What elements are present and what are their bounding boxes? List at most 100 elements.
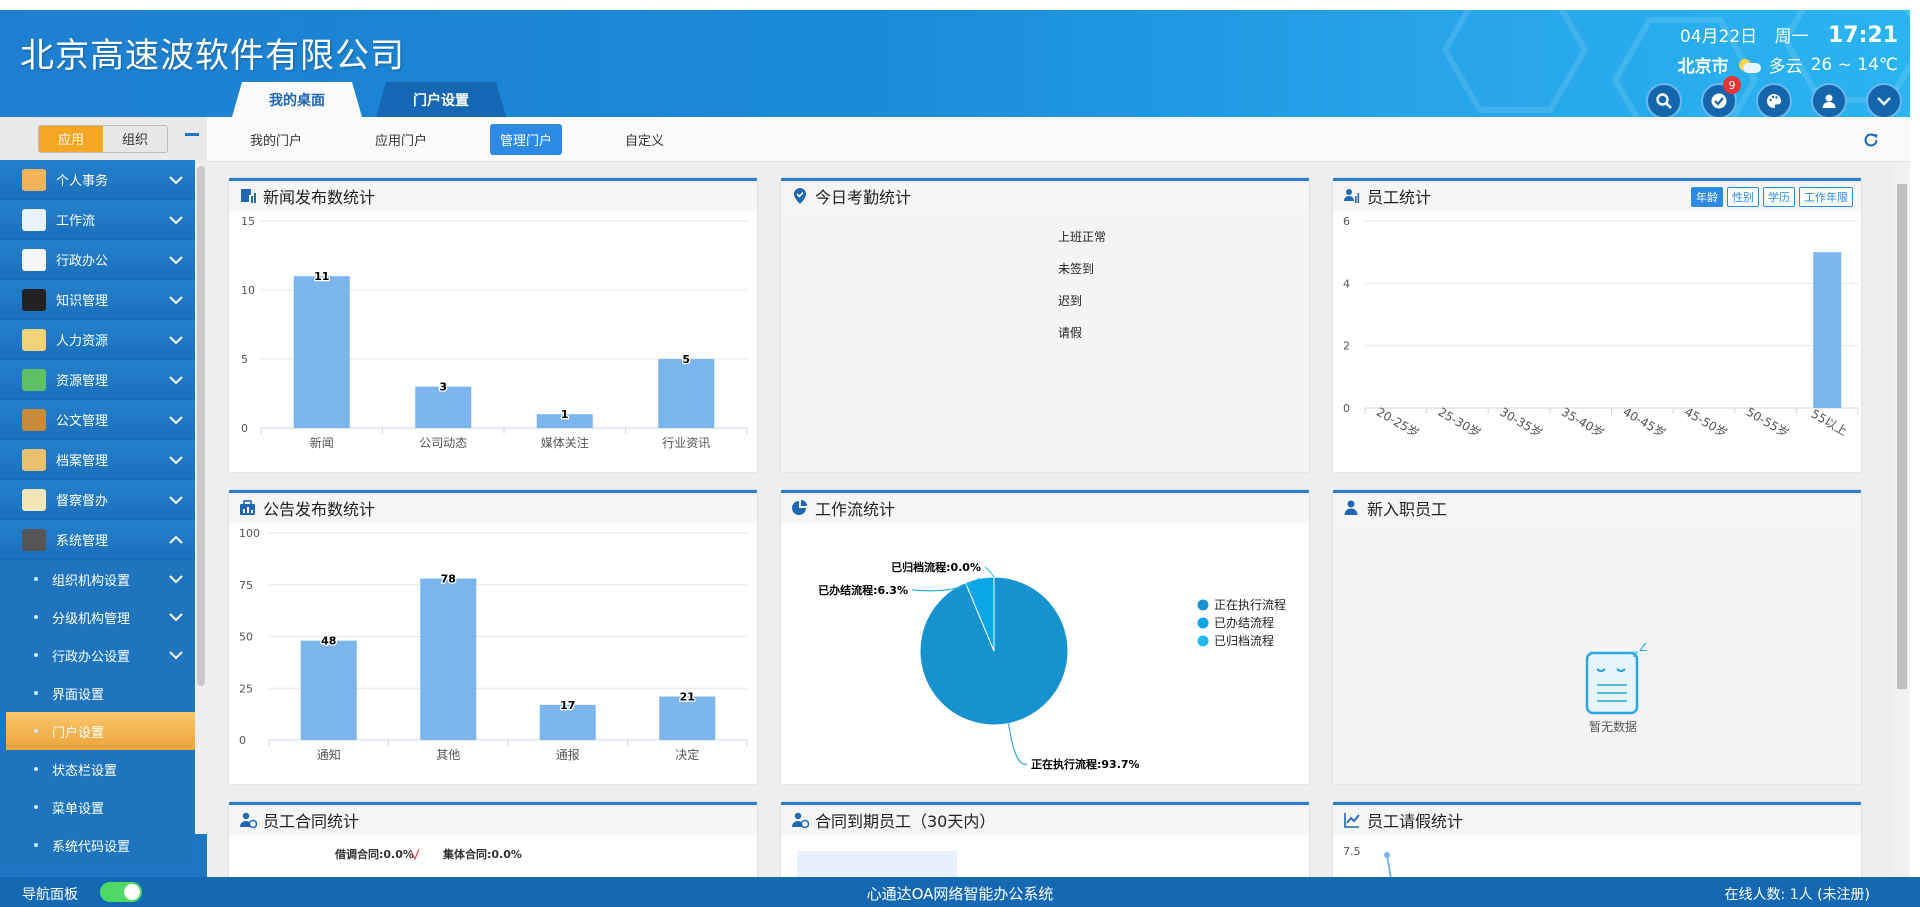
sidebar-item-label: 资源管理 — [56, 374, 109, 389]
subnav-custom[interactable]: 自定义 — [615, 124, 674, 155]
y-tick-label: 0 — [1343, 402, 1350, 415]
more-button[interactable] — [1866, 83, 1902, 117]
staff-card-title: 员工统计 — [1367, 188, 1432, 207]
sidebar-subitem-3[interactable]: 行政办公设置 — [0, 636, 195, 674]
attendance-legend: 上班正常 未签到 迟到 请假 — [1058, 221, 1106, 349]
staff-tab-age[interactable]: 年龄 — [1691, 187, 1723, 207]
sidebar-item-label: 知识管理 — [56, 294, 109, 309]
x-tick-label: 行业资讯 — [662, 436, 710, 450]
tab-my-desktop[interactable]: 我的桌面 — [232, 82, 362, 117]
line-chart-icon — [1344, 813, 1360, 828]
book-icon — [22, 288, 46, 311]
temp-text: 26 ~ 14℃ — [1810, 54, 1898, 75]
nav-panel-label: 导航面板 — [22, 887, 78, 903]
content-scroll-thumb[interactable] — [1897, 184, 1907, 689]
y-tick-label: 2 — [1343, 340, 1350, 353]
expire-card-title: 合同到期员工（30天内） — [815, 812, 996, 831]
refresh-icon[interactable] — [1862, 131, 1880, 149]
sidebar-subitem-5[interactable]: 门户设置 — [6, 712, 195, 750]
svg-text:Z: Z — [1639, 643, 1647, 654]
sidebar-item-5[interactable]: 人力资源 — [0, 320, 195, 360]
sidebar-item-4[interactable]: 知识管理 — [0, 280, 195, 320]
user-icon — [1822, 94, 1836, 108]
staff-tab-seniority[interactable]: 工作年限 — [1799, 187, 1853, 207]
pie-label: 正在执行流程:93.7% — [1031, 757, 1140, 771]
sidebar-subitem-label: 门户设置 — [52, 725, 105, 741]
x-tick-label: 40-45岁 — [1621, 404, 1669, 440]
workflow-card-title: 工作流统计 — [815, 500, 896, 519]
mode-org-button[interactable]: 组织 — [103, 125, 167, 152]
sidebar-subitem-1[interactable]: 组织机构设置 — [0, 560, 195, 598]
tasks-button[interactable]: 9 — [1701, 76, 1741, 117]
dashboard: 新闻发布数统计 0 5 10 15 11 新闻 3 公司动态 1 媒体关注 5 行业资讯 今日考勤统计… — [207, 162, 1910, 892]
sidebar-subitem-6[interactable]: 状态栏设置 — [0, 750, 195, 788]
staff-tab-gender[interactable]: 性别 — [1727, 187, 1759, 207]
sidebar-item-9[interactable]: 督察督办 — [0, 480, 195, 520]
no-data-placeholder: z Z 暂无数据 — [1573, 640, 1653, 735]
sidebar-item-10[interactable]: 系统管理 — [0, 520, 195, 560]
chevron-down-icon — [169, 256, 183, 265]
sidebar-scrollbar[interactable] — [195, 160, 207, 834]
contract-label-secondment: 借调合同:0.0% — [335, 848, 414, 861]
mode-app-button[interactable]: 应用 — [39, 125, 103, 152]
chevron-up-icon — [169, 535, 183, 544]
portal-subnav: 我的门户 应用门户 管理门户 自定义 — [207, 117, 1910, 162]
news-card: 新闻发布数统计 0 5 10 15 11 新闻 3 公司动态 1 媒体关注 5 行业资讯 — [229, 178, 757, 472]
x-tick-label: 媒体关注 — [541, 435, 589, 450]
hr-icon — [22, 328, 46, 351]
collapse-icon[interactable] — [185, 133, 199, 136]
footer: 导航面板 心通达OA网络智能办公系统 在线人数: 1人 (未注册) — [0, 877, 1920, 907]
y-tick-label: 6 — [1343, 215, 1350, 228]
workflow-pie-chart: 正在执行流程:93.7% 已办结流程:6.3% 已归档流程:0.0% 正在执行流程已办… — [818, 560, 1286, 771]
notice-card: 公告发布数统计 0 25 50 75 100 48 通知 78 其他 17 通报 21 决定 — [229, 490, 757, 784]
x-tick-label: 决定 — [675, 747, 699, 762]
news-card-title: 新闻发布数统计 — [263, 188, 376, 207]
content-scrollbar[interactable] — [1894, 162, 1910, 877]
weather-text: 多云 — [1768, 57, 1803, 77]
sidebar-subitem-7[interactable]: 菜单设置 — [0, 788, 195, 826]
y-tick-label: 4 — [1343, 277, 1350, 290]
sidebar-item-2[interactable]: 工作流 — [0, 200, 195, 240]
chevron-down-icon — [169, 376, 183, 385]
new-staff-card: 新入职员工 z Z 暂无数据 — [1333, 490, 1861, 784]
subnav-admin-portal[interactable]: 管理门户 — [490, 123, 563, 155]
sidebar-subitem-4[interactable]: 界面设置 — [0, 674, 195, 712]
data-label: 5 — [682, 353, 690, 366]
pie-leader-line — [1008, 723, 1028, 765]
chevron-down-icon — [169, 336, 183, 345]
y-tick-label: 50 — [239, 631, 253, 644]
sidebar-subitem-2[interactable]: 分级机构管理 — [0, 598, 195, 636]
search-button[interactable] — [1646, 83, 1682, 117]
sleeping-document-icon: z Z — [1585, 640, 1647, 715]
sidebar-subitem-8[interactable]: 系统代码设置 — [0, 826, 195, 864]
legend-label: 已办结流程 — [1214, 615, 1274, 630]
sidebar-subitem-label: 分级机构管理 — [52, 611, 131, 627]
subnav-my-portal[interactable]: 我的门户 — [240, 124, 312, 155]
datetime-widget: 04月22日 周一 17:21 北京市 多云 26 ~ 14℃ — [1678, 22, 1898, 77]
x-tick-label: 25-30岁 — [1436, 404, 1484, 440]
user-button[interactable] — [1811, 83, 1847, 117]
sidebar-item-7[interactable]: 公文管理 — [0, 400, 195, 440]
legend-label: 正在执行流程 — [1214, 597, 1286, 612]
subnav-app-portal[interactable]: 应用门户 — [365, 124, 437, 155]
legend-marker — [1197, 635, 1209, 647]
palette-icon — [1767, 93, 1782, 108]
y-tick-label: 15 — [241, 215, 255, 228]
theme-button[interactable] — [1756, 83, 1792, 117]
y-tick-label: 0 — [241, 422, 248, 435]
search-icon — [1656, 93, 1672, 109]
x-tick-label: 50-55岁 — [1744, 404, 1792, 440]
sidebar-subitem-label: 行政办公设置 — [52, 649, 131, 665]
sidebar-item-8[interactable]: 档案管理 — [0, 440, 195, 480]
staff-tab-education[interactable]: 学历 — [1763, 187, 1795, 207]
tab-portal-settings[interactable]: 门户设置 — [376, 82, 506, 117]
sidebar-item-6[interactable]: 资源管理 — [0, 360, 195, 400]
sidebar-item-3[interactable]: 行政办公 — [0, 240, 195, 280]
leave-axis-top-label: 7.5 — [1343, 845, 1361, 858]
nav-panel-toggle[interactable] — [100, 882, 142, 902]
system-name: 心通达OA网络智能办公系统 — [866, 885, 1054, 903]
news-stats-icon — [241, 189, 256, 203]
sidebar-item-label: 公文管理 — [56, 414, 109, 429]
sidebar-item-1[interactable]: 个人事务 — [0, 160, 195, 200]
sidebar-scroll-thumb[interactable] — [197, 166, 205, 686]
